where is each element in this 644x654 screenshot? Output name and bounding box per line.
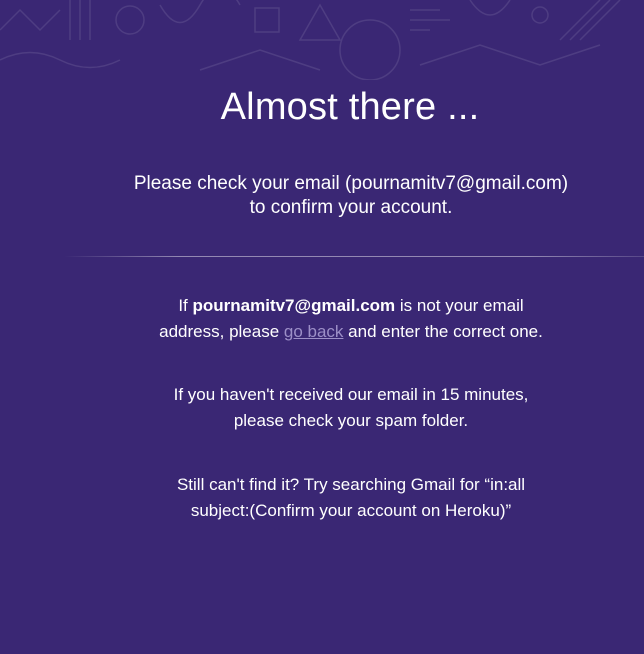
background-pattern	[0, 0, 621, 80]
spam-line-2: please check your spam folder.	[233, 411, 469, 430]
gmail-tip-line-1: Still can't find it? Try searching Gmail…	[176, 475, 526, 494]
check-email-line-2: to confirm your account.	[249, 197, 453, 218]
wrong-email-prefix: If	[178, 296, 193, 315]
page-title: Almost there ...	[220, 86, 480, 128]
wrong-email-message: If pournamitv7@gmail.com is not your ema…	[0, 293, 644, 345]
spam-line-1: If you haven't received our email in 15 …	[173, 385, 529, 404]
wrong-email-suffix: and enter the correct one.	[343, 322, 543, 341]
email-address: pournamitv7@gmail.com	[192, 296, 396, 315]
check-email-message: Please check your email (pournamitv7@gma…	[0, 172, 644, 220]
gmail-search-tip: Still can't find it? Try searching Gmail…	[0, 472, 644, 524]
wrong-email-line2-prefix: address, please	[159, 322, 284, 341]
gmail-tip-line-2: subject:(Confirm your account on Heroku)…	[190, 501, 512, 520]
go-back-link[interactable]: go back	[284, 322, 344, 341]
wrong-email-middle: is not your email	[395, 296, 524, 315]
spam-folder-message: If you haven't received our email in 15 …	[0, 382, 644, 434]
divider	[64, 256, 644, 257]
check-email-line-1: Please check your email (pournamitv7@gma…	[133, 173, 569, 194]
